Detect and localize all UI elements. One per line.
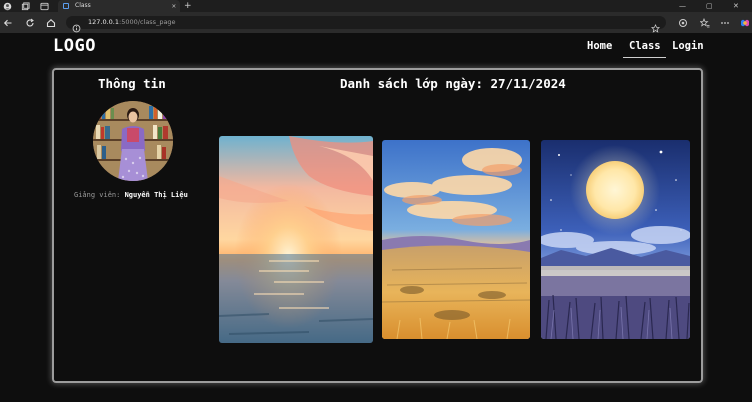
info-title: Thông tin bbox=[98, 76, 166, 91]
page-favicon-icon bbox=[63, 3, 69, 9]
nav-login[interactable]: Login bbox=[672, 40, 704, 52]
info-icon[interactable] bbox=[72, 18, 81, 33]
tab-close-icon[interactable]: ✕ bbox=[172, 0, 176, 12]
browser-tab-bar: Class ✕ + — ▢ ✕ bbox=[0, 0, 752, 12]
address-bar[interactable]: 127.0.0.1:5000/class_page bbox=[66, 16, 666, 33]
nav-class[interactable]: Class bbox=[629, 40, 661, 52]
new-tab-button[interactable]: + bbox=[184, 0, 192, 12]
active-nav-underline bbox=[623, 57, 666, 58]
url-host: 127.0.0.1 bbox=[88, 18, 120, 26]
teacher-label: Giảng viên: bbox=[74, 191, 121, 199]
refresh-icon[interactable] bbox=[24, 17, 35, 28]
class-list-title: Danh sách lớp ngày: 27/11/2024 bbox=[340, 76, 566, 91]
url-text: 127.0.0.1:5000/class_page bbox=[88, 16, 176, 29]
browser-toolbar: 127.0.0.1:5000/class_page bbox=[0, 12, 752, 33]
star-icon[interactable] bbox=[651, 18, 660, 33]
sunset-ocean-image[interactable] bbox=[219, 136, 373, 343]
close-window-icon[interactable]: ✕ bbox=[733, 0, 739, 12]
url-path: :5000/class_page bbox=[119, 18, 176, 26]
tab-class[interactable]: Class ✕ bbox=[58, 0, 180, 12]
collections-icon[interactable] bbox=[20, 1, 30, 11]
site-logo[interactable]: LOGO bbox=[53, 36, 96, 56]
tab-title: Class bbox=[75, 2, 91, 9]
profile-icon[interactable] bbox=[2, 1, 12, 11]
extensions-icon[interactable] bbox=[677, 17, 688, 28]
favorites-icon[interactable] bbox=[699, 17, 710, 28]
sunset-meadow-image[interactable] bbox=[382, 140, 530, 339]
copilot-icon[interactable] bbox=[739, 17, 750, 28]
teacher-avatar bbox=[93, 101, 173, 181]
home-icon[interactable] bbox=[45, 17, 56, 28]
maximize-icon[interactable]: ▢ bbox=[706, 0, 713, 12]
teacher-name: Nguyễn Thị Liệu bbox=[124, 191, 188, 199]
moonlit-field-image[interactable] bbox=[541, 140, 690, 339]
teacher-info: Giảng viên: Nguyễn Thị Liệu bbox=[74, 191, 188, 199]
back-icon[interactable] bbox=[2, 17, 13, 28]
more-icon[interactable] bbox=[719, 17, 730, 28]
nav-home[interactable]: Home bbox=[587, 40, 612, 52]
minimize-icon[interactable]: — bbox=[679, 0, 686, 12]
tab-actions-icon[interactable] bbox=[39, 1, 49, 11]
